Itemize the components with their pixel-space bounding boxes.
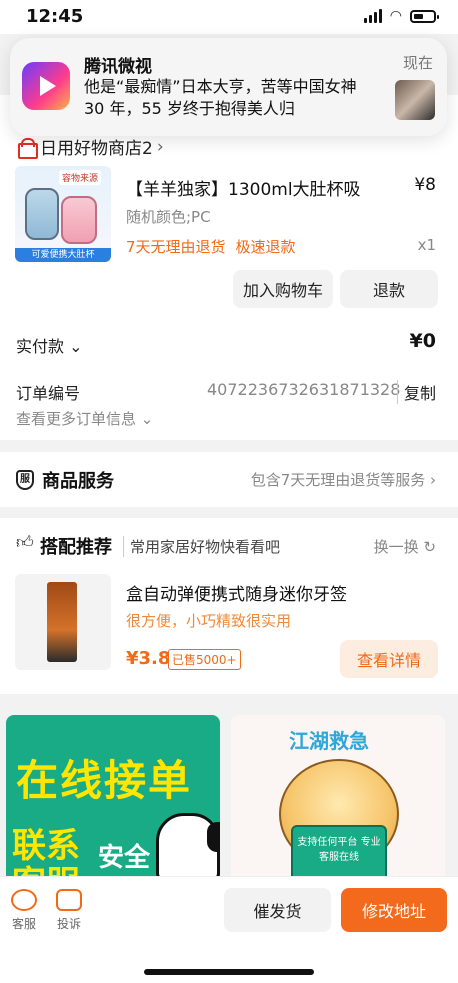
tag-7day-return: 7天无理由退货 (126, 238, 226, 256)
complaint-icon (56, 889, 82, 911)
recommendation-item-price: ¥3.8 (126, 648, 171, 669)
copy-order-button[interactable]: 复制 (396, 380, 436, 404)
notification-thumbnail (395, 80, 435, 120)
service-shield-icon: 服 (16, 470, 34, 490)
refund-button[interactable]: 退款 (340, 270, 438, 308)
view-detail-button[interactable]: 查看详情 (340, 640, 438, 678)
signal-icon (363, 9, 382, 23)
complaint-button[interactable]: 投诉 (51, 889, 87, 932)
add-to-cart-button[interactable]: 加入购物车 (233, 270, 333, 308)
thumbs-up-icon: 👍︎ (16, 533, 34, 553)
refresh-recommendation-button[interactable]: 换一换 ↻ (374, 536, 436, 557)
wifi-icon: ◠ (389, 8, 402, 24)
modify-address-button[interactable]: 修改地址 (341, 888, 447, 932)
store-name: 日用好物商店2 (40, 139, 153, 159)
urge-shipping-button[interactable]: 催发货 (224, 888, 331, 932)
paid-amount-toggle[interactable]: 实付款 ⌄ (16, 333, 83, 357)
notification-app-name: 腾讯微视 (84, 57, 152, 77)
ad-banner-right[interactable]: 江湖救急 支持任何平台 专业客服在线 (231, 715, 445, 890)
customer-service-label: 客服 (11, 917, 36, 931)
paid-amount-value: ¥0 (409, 330, 436, 352)
product-thumbnail[interactable]: 容物来源 可爱便携大肚杯 (15, 166, 111, 262)
customer-service-icon (11, 889, 37, 911)
dog-illustration (156, 813, 220, 883)
order-number-label: 订单编号 (16, 384, 81, 403)
home-indicator[interactable] (144, 969, 314, 975)
banner-left-headline: 在线接单 (16, 756, 193, 805)
product-spec: 随机颜色;PC (126, 208, 211, 226)
banner-right-title: 江湖救急 (289, 729, 369, 753)
toothpick-box-image (47, 582, 77, 662)
order-number-value: 4072236732631871328 (207, 380, 401, 399)
store-name-link[interactable]: 日用好物商店2 › (16, 134, 164, 159)
complaint-label: 投诉 (56, 917, 81, 931)
recommendation-card: 👍︎ 搭配推荐 常用家居好物快看看吧 换一换 ↻ 盒自动弹便携式随身迷你牙签 很… (0, 518, 458, 694)
recommendation-thumbnail[interactable] (15, 574, 111, 670)
recommendation-sold-badge: 已售5000+ (168, 649, 241, 670)
more-order-info-link[interactable]: 查看更多订单信息 ⌄ (16, 408, 153, 429)
bottle-image (25, 188, 59, 240)
bottle-image (61, 196, 97, 244)
thumb-banner: 可爱便携大肚杯 (15, 248, 111, 262)
notification-time: 现在 (402, 54, 433, 72)
notification-body: 他是“最痴情”日本大亨，苦等中国女神 30 年，55 岁终于抱得美人归 (84, 77, 357, 118)
product-tags: 7天无理由退货 极速退款 (126, 236, 296, 257)
recommendation-item-desc: 很方便，小巧精致很实用 (126, 612, 292, 630)
product-title[interactable]: 【羊羊独家】1300ml大肚杯吸 (126, 175, 361, 200)
chevron-right-icon: › (156, 136, 164, 157)
product-quantity: x1 (417, 236, 436, 254)
store-icon (16, 137, 38, 159)
service-title: 商品服务 (42, 471, 114, 492)
service-desc: 包含7天无理由退货等服务 › (250, 471, 436, 489)
product-price: ¥8 (414, 175, 436, 195)
battery-icon (410, 9, 439, 23)
status-icons: ◠ (363, 8, 439, 24)
recommendation-title: 搭配推荐 (40, 537, 112, 558)
status-bar: 12:45 ◠ (0, 0, 458, 34)
bottom-action-bar: 客服 投诉 催发货 修改地址 (0, 876, 458, 983)
service-card[interactable]: 服 商品服务 包含7天无理由退货等服务 › (0, 452, 458, 507)
customer-service-button[interactable]: 客服 (6, 889, 42, 932)
tag-fast-refund: 极速退款 (235, 238, 296, 256)
push-notification[interactable]: 腾讯微视 现在 他是“最痴情”日本大亨，苦等中国女神 30 年，55 岁终于抱得… (10, 38, 447, 136)
banner-left-safe: 安全 (98, 843, 151, 873)
recommendation-subtitle: 常用家居好物快看看吧 (123, 536, 280, 557)
weishi-app-icon (22, 62, 70, 110)
status-time: 12:45 (26, 6, 84, 27)
ad-banner-left[interactable]: 在线接单 联系 客服 安全 (6, 715, 220, 890)
recommendation-item-name[interactable]: 盒自动弹便携式随身迷你牙签 (126, 580, 347, 605)
thumb-tag: 容物来源 (59, 170, 102, 185)
